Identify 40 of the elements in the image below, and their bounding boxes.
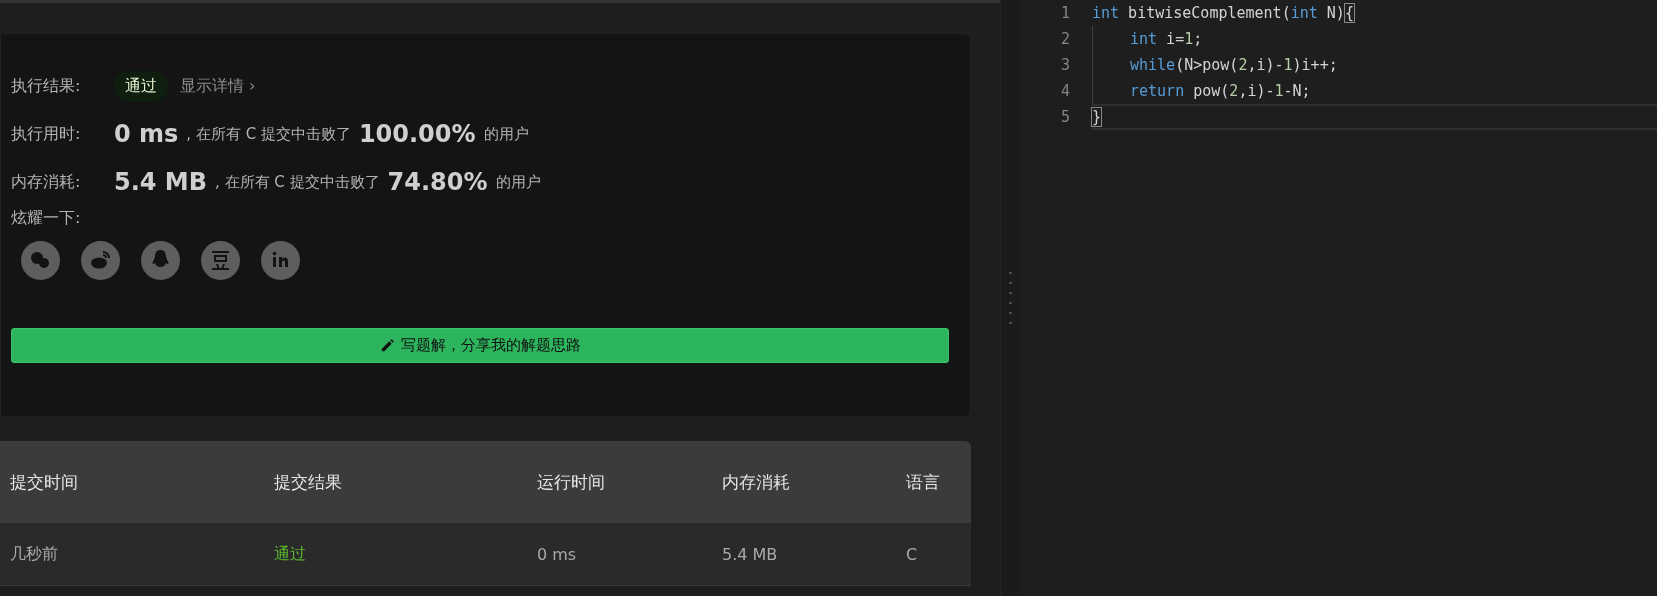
column-header: 内存消耗 bbox=[722, 470, 791, 494]
table-cell-text: 通过 bbox=[274, 543, 307, 565]
line-number: 3 bbox=[1059, 56, 1071, 74]
linkedin-icon[interactable] bbox=[261, 241, 300, 280]
line-number: 4 bbox=[1059, 82, 1071, 100]
line-number: 2 bbox=[1059, 30, 1071, 48]
penguin-icon[interactable] bbox=[141, 241, 180, 280]
table-cell-text: 0 ms bbox=[537, 544, 578, 564]
stat-suffix: 的用户 bbox=[483, 124, 529, 144]
stat-percent: 100.00% bbox=[358, 120, 476, 148]
stat-percent: 74.80% bbox=[387, 168, 488, 196]
details-link[interactable]: 显示详情 › bbox=[180, 75, 256, 97]
stat-label: 执行用时: bbox=[11, 123, 82, 145]
result-label: 执行结果: bbox=[11, 75, 82, 97]
chat-bubbles-icon[interactable] bbox=[21, 241, 60, 280]
stat-label: 内存消耗: bbox=[11, 171, 82, 193]
table-cell-text: 几秒前 bbox=[10, 543, 59, 565]
eye-swirl-icon[interactable] bbox=[81, 241, 120, 280]
column-header: 提交时间 bbox=[10, 470, 79, 494]
write-solution-button[interactable]: 写题解，分享我的解题思路 bbox=[11, 328, 949, 363]
table-cell-text: C bbox=[906, 544, 919, 564]
code-line: int i=1; bbox=[1092, 26, 1657, 52]
code-line: while(N>pow(2,i)-1)i++; bbox=[1092, 52, 1657, 78]
line-number: 1 bbox=[1059, 4, 1071, 22]
column-header: 语言 bbox=[906, 470, 941, 494]
column-header: 运行时间 bbox=[537, 470, 606, 494]
stat-text: , 在所有 C 提交中击败了 bbox=[186, 124, 351, 144]
line-number: 5 bbox=[1059, 108, 1071, 126]
column-header: 提交结果 bbox=[274, 470, 343, 494]
pencil-icon bbox=[379, 338, 395, 353]
share-label: 炫耀一下: bbox=[11, 208, 82, 229]
stat-value: 0 ms bbox=[114, 120, 179, 148]
code-line: } bbox=[1092, 104, 1657, 130]
stat-text: , 在所有 C 提交中击败了 bbox=[215, 172, 380, 192]
stat-suffix: 的用户 bbox=[495, 172, 541, 192]
code-line: return pow(2,i)-1-N; bbox=[1092, 78, 1657, 104]
code-line: int bitwiseComplement(int N){ bbox=[1092, 3, 1355, 24]
status-badge: 通过 bbox=[114, 70, 168, 102]
table-cell-text: 5.4 MB bbox=[722, 544, 779, 564]
stat-value: 5.4 MB bbox=[114, 168, 208, 196]
